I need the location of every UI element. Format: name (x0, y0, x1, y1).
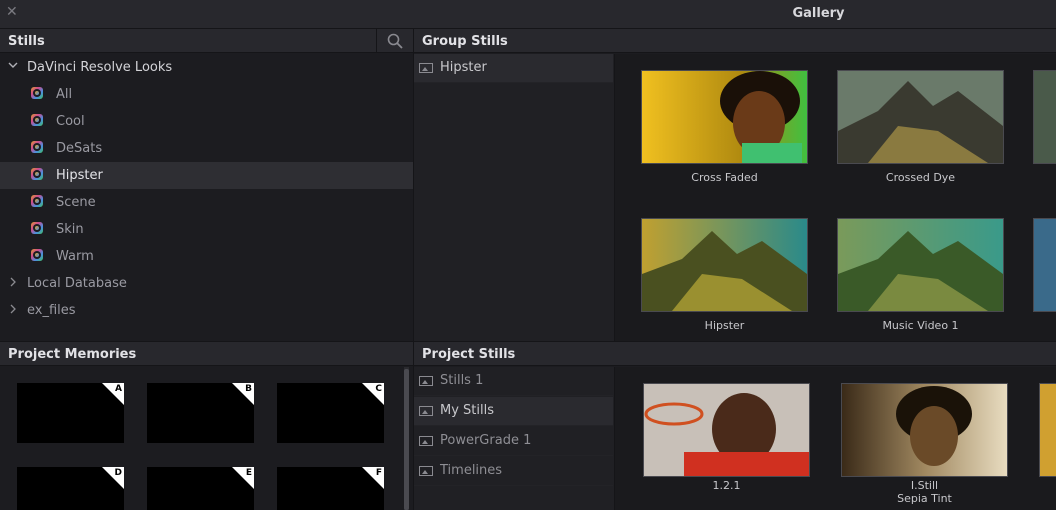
group-stills-grid: Cross Faded Crossed Dye Hipster Music Vi… (615, 54, 1056, 341)
memory-label: A (115, 384, 122, 394)
tree-item-label: DeSats (56, 141, 103, 156)
look-icon (31, 87, 43, 99)
album-item-stills-1[interactable]: Stills 1 (414, 367, 613, 396)
tree-item-skin[interactable]: Skin (0, 216, 413, 243)
memory-slot-e[interactable]: E (147, 467, 254, 510)
group-stills-header: Group Stills (414, 29, 1056, 53)
look-icon (31, 168, 43, 180)
album-label: Timelines (440, 463, 503, 478)
tree-item-label: Warm (56, 249, 94, 264)
chevron-down-icon[interactable] (8, 60, 18, 73)
window-title: Gallery (792, 6, 845, 21)
album-label: PowerGrade 1 (440, 433, 532, 448)
still-album-icon (419, 63, 433, 73)
still-thumbnail[interactable] (837, 218, 1004, 312)
stills-tree: DaVinci Resolve Looks All Cool DeSats Hi… (0, 54, 413, 341)
tree-item-warm[interactable]: Warm (0, 243, 413, 270)
project-album-list: Stills 1 My Stills PowerGrade 1 Timeline… (414, 367, 614, 510)
look-icon (31, 222, 43, 234)
still-album-icon (419, 436, 433, 446)
memory-slot-c[interactable]: C (277, 383, 384, 443)
memory-label: E (245, 468, 252, 478)
tree-item-label: Local Database (27, 276, 127, 291)
album-label: My Stills (440, 403, 494, 418)
memory-slot-f[interactable]: F (277, 467, 384, 510)
group-stills-header-label: Group Stills (422, 34, 508, 49)
still-caption: Cross Faded (691, 171, 758, 184)
tree-item-label: Cool (56, 114, 85, 129)
stills-header: Stills (0, 29, 413, 53)
still-album-icon (419, 376, 433, 386)
tree-item-label: ex_files (27, 303, 76, 318)
look-icon (31, 141, 43, 153)
tree-item-local-database[interactable]: Local Database (0, 270, 413, 297)
tree-item-davinci-looks[interactable]: DaVinci Resolve Looks (0, 54, 413, 81)
tree-item-scene[interactable]: Scene (0, 189, 413, 216)
still-thumbnail[interactable] (837, 70, 1004, 164)
look-icon (31, 249, 43, 261)
tree-item-label: Skin (56, 222, 84, 237)
tree-item-label: DaVinci Resolve Looks (27, 60, 173, 75)
still-thumbnail[interactable] (1039, 383, 1056, 477)
tree-item-ex-files[interactable]: ex_files (0, 297, 413, 324)
look-icon (31, 114, 43, 126)
album-item-powergrade-1[interactable]: PowerGrade 1 (414, 427, 613, 456)
still-thumbnail[interactable] (841, 383, 1008, 477)
tree-item-hipster[interactable]: Hipster (0, 162, 413, 189)
album-label: Hipster (440, 60, 487, 75)
project-memories-header-label: Project Memories (8, 347, 137, 362)
still-caption: 1.2.1 (712, 479, 741, 492)
album-label: Stills 1 (440, 373, 484, 388)
group-album-list: Hipster (414, 54, 614, 341)
album-item-timelines[interactable]: Timelines (414, 457, 613, 486)
scrollbar-track[interactable] (404, 367, 409, 510)
still-thumbnail[interactable] (1033, 218, 1056, 312)
project-memories-header: Project Memories (0, 342, 413, 366)
chevron-right-icon[interactable] (8, 304, 18, 317)
stills-header-label: Stills (8, 34, 45, 49)
still-caption: I.Still (910, 479, 939, 492)
memory-slot-a[interactable]: A (17, 383, 124, 443)
still-thumbnail[interactable] (643, 383, 810, 477)
search-icon[interactable] (386, 32, 404, 50)
still-caption: Crossed Dye (885, 171, 956, 184)
project-stills-header-label: Project Stills (422, 347, 516, 362)
project-stills-header: Project Stills (414, 342, 1056, 366)
still-album-icon (419, 406, 433, 416)
memory-label: C (375, 384, 382, 394)
album-item-my-stills[interactable]: My Stills (414, 397, 613, 426)
memory-slot-b[interactable]: B (147, 383, 254, 443)
project-stills-grid: 1.2.1 I.Still Sepia Tint (615, 367, 1056, 510)
look-icon (31, 195, 43, 207)
tree-item-label: Scene (56, 195, 96, 210)
still-thumbnail[interactable] (641, 70, 808, 164)
still-caption: Hipster (704, 319, 745, 332)
still-thumbnail[interactable] (1033, 70, 1056, 164)
memory-slot-d[interactable]: D (17, 467, 124, 510)
memory-label: D (114, 468, 122, 478)
scrollbar-thumb[interactable] (404, 369, 409, 510)
still-album-icon (419, 466, 433, 476)
chevron-right-icon[interactable] (8, 277, 18, 290)
tree-item-label: Hipster (56, 168, 103, 183)
header-divider (376, 29, 377, 53)
still-subcaption: Sepia Tint (897, 492, 952, 505)
album-item-hipster[interactable]: Hipster (414, 54, 613, 83)
tree-item-all[interactable]: All (0, 81, 413, 108)
memories-grid: A B C D E F (0, 367, 413, 510)
tree-item-desats[interactable]: DeSats (0, 135, 413, 162)
tree-item-label: All (56, 87, 73, 102)
memory-label: F (375, 468, 382, 478)
memory-label: B (245, 384, 252, 394)
tree-item-cool[interactable]: Cool (0, 108, 413, 135)
still-caption: Music Video 1 (882, 319, 959, 332)
still-thumbnail[interactable] (641, 218, 808, 312)
